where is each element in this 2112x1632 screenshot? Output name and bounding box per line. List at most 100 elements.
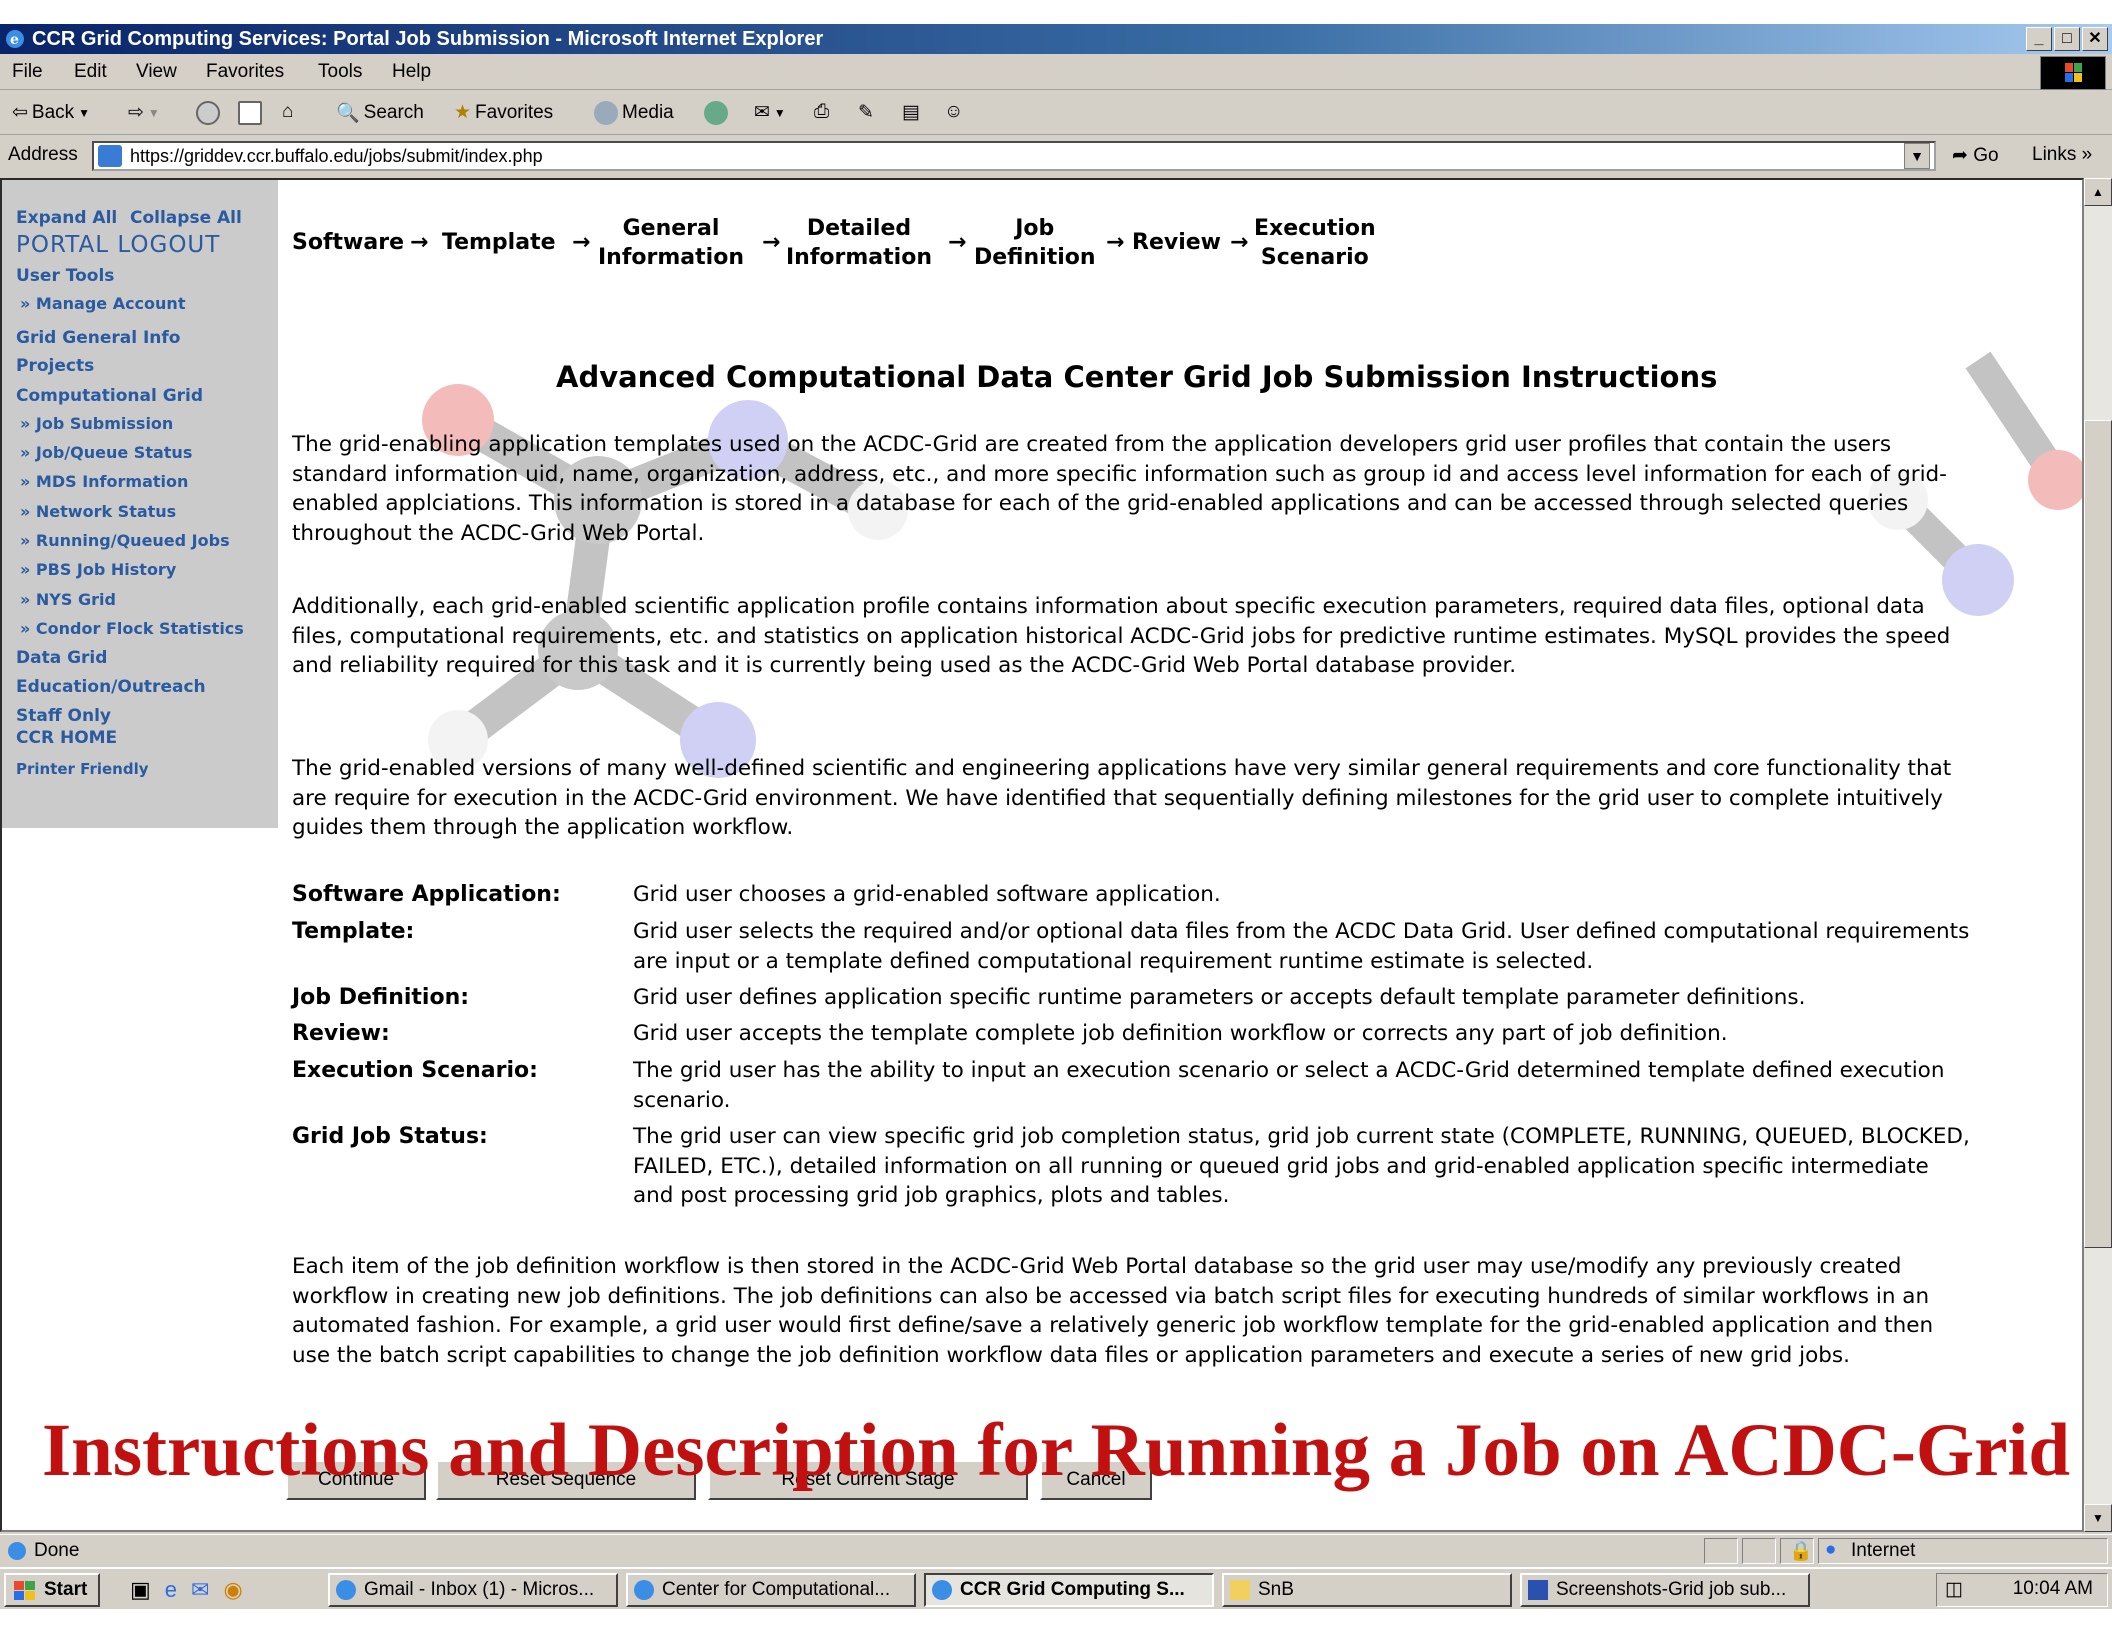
search-icon: 🔍 — [336, 103, 360, 124]
scroll-down-button[interactable]: ▼ — [2084, 1504, 2112, 1532]
vertical-scrollbar[interactable]: ▲ ▼ — [2084, 178, 2112, 1532]
scrollbar-thumb[interactable] — [2084, 420, 2112, 1248]
definition-term: Template: — [292, 919, 415, 944]
print-button[interactable]: ⎙ — [814, 101, 829, 123]
sidebar-nav: Expand All Collapse All PORTAL LOGOUT Us… — [2, 180, 278, 828]
menu-edit[interactable]: Edit — [74, 61, 107, 83]
sidebar-item-nys-grid[interactable]: » NYS Grid — [20, 590, 116, 609]
address-dropdown-button[interactable]: ▼ — [1904, 143, 1930, 169]
status-pane: 🔒 — [1780, 1538, 1814, 1564]
back-button[interactable]: ⇦ Back ▼ — [12, 101, 90, 124]
forward-button[interactable]: ⇨ ▼ — [128, 101, 160, 124]
favorites-button[interactable]: ★ Favorites — [454, 101, 553, 124]
forward-arrow-icon: ⇨ — [128, 102, 144, 123]
messenger-icon: ☺ — [944, 101, 964, 122]
taskbar-item-snb[interactable]: SnB — [1222, 1573, 1512, 1607]
internet-explorer-icon[interactable]: e — [165, 1577, 177, 1603]
expand-all-link[interactable]: Expand All — [16, 208, 117, 228]
search-button[interactable]: 🔍 Search — [336, 101, 424, 125]
breadcrumb-step-template[interactable]: Template — [442, 228, 556, 257]
definition-term: Execution Scenario: — [292, 1058, 538, 1083]
windows-taskbar: Start ▣ e ✉ ◉ Gmail - Inbox (1) - Micros… — [0, 1567, 2112, 1609]
breadcrumb-step-review[interactable]: Review — [1132, 228, 1221, 257]
sidebar-item-education-outreach[interactable]: Education/Outreach — [16, 677, 206, 697]
chevron-down-icon: ▼ — [1910, 148, 1924, 164]
clock[interactable]: 10:04 AM — [2013, 1578, 2093, 1600]
definition-description: Grid user chooses a grid-enabled softwar… — [633, 882, 1221, 907]
sidebar-item-projects[interactable]: Projects — [16, 356, 94, 376]
sidebar-item-ccr-home[interactable]: CCR HOME — [16, 728, 117, 748]
printer-friendly-link[interactable]: Printer Friendly — [16, 760, 149, 778]
intro-paragraph-2: Additionally, each grid-enabled scientif… — [292, 594, 1951, 678]
window-title: CCR Grid Computing Services: Portal Job … — [32, 28, 824, 50]
chevron-down-icon: ▼ — [78, 105, 91, 120]
breadcrumb-step-detailed-information[interactable]: Detailed Information — [786, 214, 932, 272]
sidebar-item-network-status[interactable]: » Network Status — [20, 502, 176, 521]
start-button[interactable]: Start — [4, 1573, 100, 1607]
refresh-button[interactable] — [238, 101, 262, 125]
collapse-all-link[interactable]: Collapse All — [130, 208, 242, 228]
status-pane — [1742, 1538, 1776, 1564]
close-button[interactable]: ✕ — [2082, 27, 2108, 51]
sidebar-item-manage-account[interactable]: » Manage Account — [20, 294, 185, 313]
messenger-button[interactable]: ☺ — [944, 101, 963, 123]
menu-view[interactable]: View — [136, 61, 177, 83]
definition-description: The grid user has the ability to input a… — [633, 1058, 1945, 1113]
breadcrumb-step-job-definition[interactable]: Job Definition — [974, 214, 1096, 272]
taskbar-item-center-computational[interactable]: Center for Computational... — [626, 1573, 916, 1607]
minimize-button[interactable]: _ — [2026, 27, 2052, 51]
chevron-down-icon: ▼ — [773, 105, 786, 120]
sidebar-item-pbs-job-history[interactable]: » PBS Job History — [20, 560, 176, 579]
title-bar[interactable]: e CCR Grid Computing Services: Portal Jo… — [0, 24, 2112, 54]
address-input[interactable]: https://griddev.ccr.buffalo.edu/jobs/sub… — [92, 141, 1936, 171]
sidebar-item-condor-flock-statistics[interactable]: » Condor Flock Statistics — [20, 619, 244, 638]
mail-button[interactable]: ✉ ▼ — [754, 101, 786, 124]
sidebar-item-job-submission[interactable]: » Job Submission — [20, 414, 173, 433]
media-button[interactable]: Media — [594, 101, 674, 125]
menu-help[interactable]: Help — [392, 61, 431, 83]
taskbar-item-screenshots-doc[interactable]: Screenshots-Grid job sub... — [1520, 1573, 1810, 1607]
maximize-button[interactable]: □ — [2054, 27, 2080, 51]
sidebar-item-job-queue-status[interactable]: » Job/Queue Status — [20, 443, 192, 462]
sidebar-item-data-grid[interactable]: Data Grid — [16, 648, 107, 668]
globe-icon: ● — [1825, 1539, 1837, 1560]
status-bar: Done 🔒 ● Internet — [0, 1534, 2112, 1566]
go-button[interactable]: ➦ Go — [1952, 144, 1999, 167]
sidebar-item-mds-information[interactable]: » MDS Information — [20, 472, 188, 491]
taskbar-item-ccr-grid[interactable]: CCR Grid Computing S... — [924, 1573, 1214, 1607]
home-button[interactable]: ⌂ — [282, 101, 293, 123]
chevron-down-icon: ▼ — [147, 105, 160, 120]
sidebar-item-user-tools[interactable]: User Tools — [16, 266, 114, 286]
history-button[interactable] — [704, 101, 728, 125]
links-button[interactable]: Links » — [2032, 144, 2092, 166]
internet-explorer-icon: e — [6, 30, 24, 48]
desktop-icon[interactable]: ▣ — [130, 1577, 151, 1603]
discuss-button[interactable]: ▤ — [902, 101, 920, 124]
breadcrumb-step-software[interactable]: Software — [292, 228, 404, 257]
page-icon — [98, 145, 122, 167]
portal-logout-link[interactable]: PORTAL LOGOUT — [16, 232, 220, 258]
zone-text: Internet — [1851, 1540, 1916, 1561]
scroll-up-button[interactable]: ▲ — [2084, 178, 2112, 206]
sidebar-item-staff-only[interactable]: Staff Only — [16, 706, 111, 726]
mail-icon: ✉ — [754, 102, 770, 123]
media-player-icon[interactable]: ◉ — [223, 1577, 242, 1603]
network-icon[interactable]: ◫ — [1945, 1578, 1963, 1601]
browser-window: e CCR Grid Computing Services: Portal Jo… — [0, 24, 2112, 1609]
stop-button[interactable] — [196, 101, 220, 125]
outlook-icon[interactable]: ✉ — [191, 1577, 209, 1603]
chevron-up-icon: ▲ — [2092, 185, 2104, 199]
sidebar-item-running-queued-jobs[interactable]: » Running/Queued Jobs — [20, 531, 230, 550]
quick-launch: ▣ e ✉ ◉ — [130, 1577, 243, 1603]
breadcrumb-step-execution-scenario[interactable]: Execution Scenario — [1254, 214, 1376, 272]
windows-logo — [2040, 56, 2106, 90]
sidebar-item-computational-grid[interactable]: Computational Grid — [16, 386, 203, 406]
breadcrumb-step-general-information[interactable]: General Information — [598, 214, 744, 272]
taskbar-item-gmail[interactable]: Gmail - Inbox (1) - Micros... — [328, 1573, 618, 1607]
sidebar-item-grid-general-info[interactable]: Grid General Info — [16, 328, 180, 348]
menu-file[interactable]: File — [12, 61, 43, 83]
edit-button[interactable]: ✎ — [858, 101, 874, 124]
ie-window-icon — [932, 1580, 952, 1600]
menu-favorites[interactable]: Favorites — [206, 61, 284, 83]
menu-tools[interactable]: Tools — [318, 61, 362, 83]
